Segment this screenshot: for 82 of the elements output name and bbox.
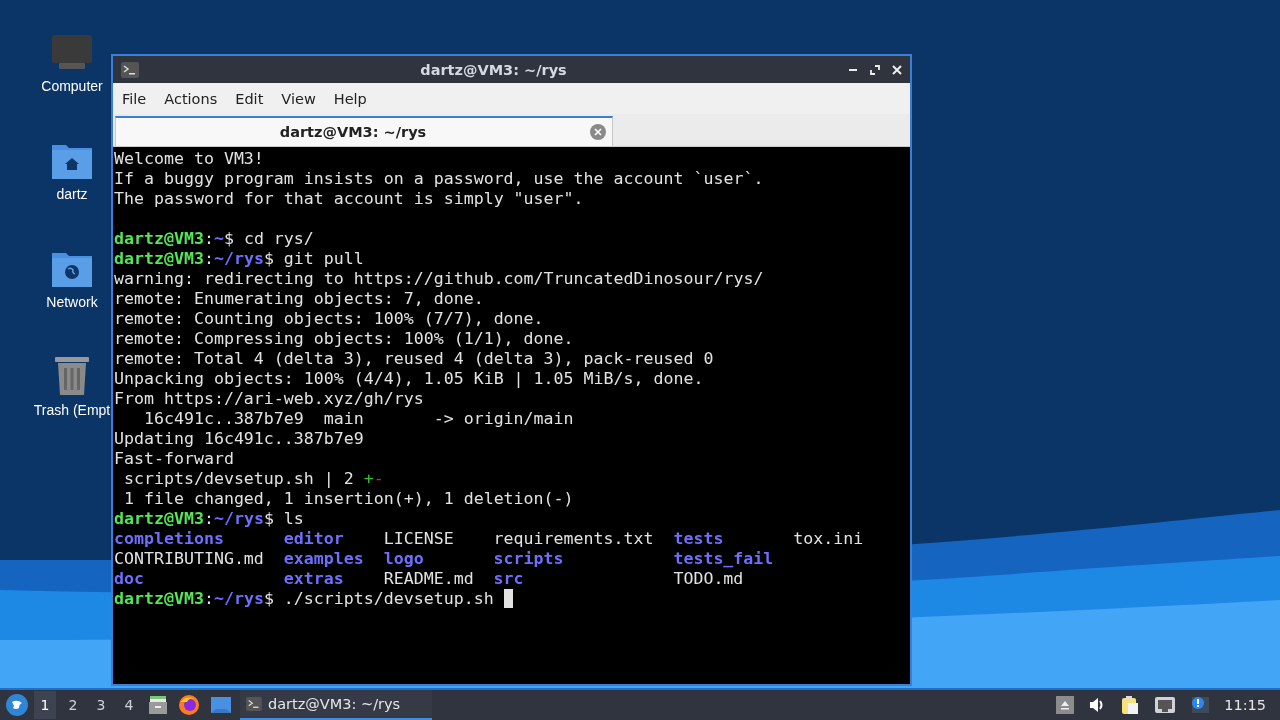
directory-name: src [493,569,525,589]
close-tab-icon[interactable] [590,124,606,140]
close-icon[interactable] [892,64,902,75]
file-name: LICENSE [383,529,455,549]
directory-name: scripts [493,549,565,569]
file-name: requirements.txt [493,529,655,549]
terminal-icon [121,61,139,78]
trash-icon[interactable] [54,354,90,396]
workspace-button[interactable]: 1 [34,691,56,719]
terminal-text: The password for that account is simply "user". [114,189,584,209]
menu-item[interactable]: Help [324,90,376,107]
network-icon[interactable] [1154,696,1177,714]
terminal-tab[interactable]: dartz@VM3: ~/rys [115,116,613,146]
window-icon[interactable] [210,695,232,715]
prompt-user: dartz@VM3 [114,229,204,249]
window-title: dartz@VM3: ~/rys [419,61,568,78]
file-name: TODO.md [673,569,745,589]
terminal-text: : [203,509,214,529]
notification-icon[interactable] [1190,696,1211,714]
directory-name: editor [283,529,345,549]
terminal-text: : [203,229,214,249]
workspace-button[interactable]: 2 [62,691,84,719]
directory-name: tests_fail [673,549,775,569]
terminal-text: scripts/devsetup.sh | 2 [123,469,355,489]
terminal-text: remote: Counting objects: 100% (7/7), done. [114,309,544,329]
directory-name: completions [114,529,225,549]
directory-name: extras [283,569,345,589]
terminal-text: remote: Enumerating objects: 7, done. [114,289,484,309]
clipboard-icon[interactable] [1120,695,1141,715]
browser-icon[interactable] [178,694,200,716]
diff-minus: - [373,469,384,489]
prompt-user: dartz@VM3 [114,589,204,609]
terminal-text: If a buggy program insists on a password, use the account `user`. [114,169,764,189]
prompt-path: ~/rys [213,249,264,269]
terminal-text: $ ls [263,509,304,529]
directory-name: doc [114,569,145,589]
diff-plus: + [363,469,374,489]
file-cabinet-icon[interactable] [148,695,168,715]
terminal-icon [246,697,262,711]
terminal-text: From https://ari-web.xyz/gh/rys [114,389,424,409]
file-name: README.md [383,569,475,589]
directory-name: examples [283,549,365,569]
prompt-path: ~ [213,229,224,249]
terminal-text: remote: Compressing objects: 100% (1/1), done. [114,329,574,349]
start-menu-icon[interactable] [6,694,28,716]
clock: 11:15 [1224,697,1266,713]
menu-item[interactable]: View [272,90,325,107]
file-name: tox.ini [793,529,865,549]
terminal-text: Unpacking objects: 100% (4/4), 1.05 KiB | 1.05 MiB/s, done. [114,369,704,389]
prompt-path: ~/rys [213,509,264,529]
directory-name: tests [673,529,725,549]
prompt-user: dartz@VM3 [114,249,204,269]
terminal-text: 16c491c..387b7e9 main -> origin/main [142,409,574,429]
terminal-text: Fast-forward [114,449,234,469]
file-name: CONTRIBUTING.md [114,549,265,569]
eject-icon[interactable] [1056,696,1075,714]
maximize-icon[interactable] [870,64,880,75]
terminal-text: 1 file changed, 1 insertion(+), 1 deletion(-) [123,489,574,509]
network-folder-icon[interactable] [51,250,93,288]
desktop-icon-label: Computer [41,78,103,94]
desktop-icon-label: Trash (Empt [33,402,111,418]
menu-item[interactable]: Edit [226,90,273,107]
workspace-button[interactable]: 3 [90,691,112,719]
terminal-text: $ ./scripts/devsetup.sh [263,589,495,609]
prompt-path: ~/rys [213,589,264,609]
taskbar-task[interactable]: dartz@VM3: ~/rys [240,690,432,720]
terminal-text: $ git pull [263,249,364,269]
directory-name: logo [383,549,425,569]
terminal-text: $ cd rys/ [223,229,314,249]
desktop-icon-label: dartz [56,186,88,202]
desktop-icon-label: Network [46,294,98,310]
terminal-text: warning: redirecting to https://github.com/TruncatedDinosour/rys/ [114,269,764,289]
terminal-text: remote: Total 4 (delta 3), reused 4 (delta 3), pack-reused 0 [114,349,714,369]
prompt-user: dartz@VM3 [114,509,204,529]
home-folder-icon[interactable] [51,142,93,180]
menu-item[interactable]: Actions [155,90,227,107]
menu-item[interactable]: File [113,90,156,107]
terminal-text: Welcome to VM3! [114,149,264,169]
workspace-button[interactable]: 4 [118,691,140,719]
terminal-text: : [203,589,214,609]
terminal-text: Updating 16c491c..387b7e9 [114,429,364,449]
terminal-text: : [203,249,214,269]
